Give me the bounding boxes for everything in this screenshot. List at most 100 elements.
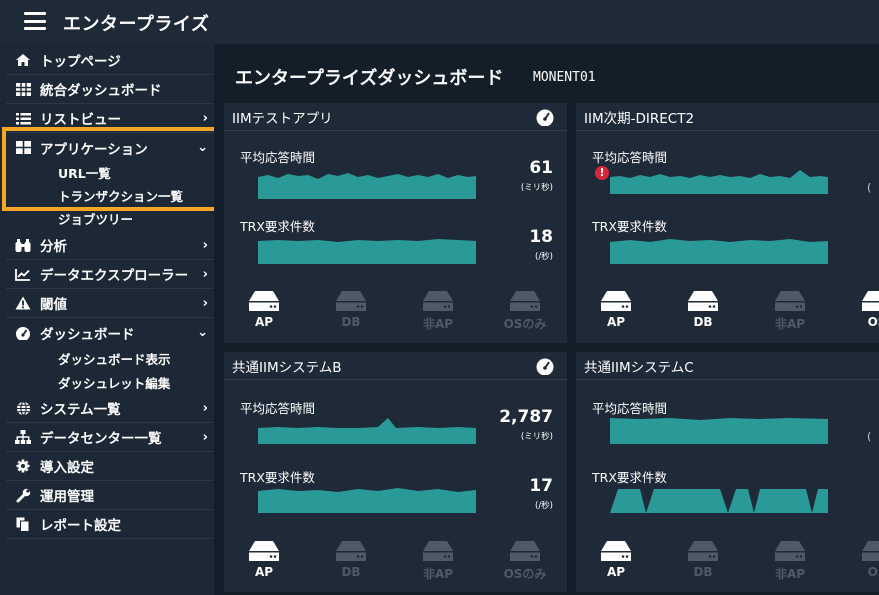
avg-response-sparkline	[610, 170, 828, 194]
chevron-right-icon: ›	[202, 266, 208, 282]
card-title: IIM次期-DIRECT2	[584, 110, 695, 127]
status-ap[interactable]: AP	[586, 291, 646, 329]
trx-label: TRX要求件数	[592, 219, 667, 234]
status-os-only[interactable]: OS	[847, 291, 879, 329]
sidebar-item-report-settings[interactable]: レポート設定	[6, 510, 214, 539]
sidebar-sub-dashlet-edit[interactable]: ダッシュレット編集	[6, 370, 214, 394]
status-db[interactable]: DB	[321, 541, 381, 579]
chevron-right-icon: ›	[202, 429, 208, 445]
server-icon	[601, 541, 631, 561]
server-icon	[249, 541, 279, 561]
chevron-down-icon: ⌄	[197, 325, 208, 340]
card-header: IIM次期-DIRECT2	[576, 103, 879, 131]
sidebar-sub-url-list[interactable]: URL一覧	[6, 160, 214, 184]
status-db[interactable]: DB	[321, 291, 381, 329]
card-title: 共通IIMシステムC	[584, 359, 694, 376]
card-title: IIMテストアプリ	[232, 110, 333, 127]
menu-icon[interactable]	[24, 12, 46, 30]
server-icon	[249, 291, 279, 311]
sidebar-item-integrated-dashboard[interactable]: 統合ダッシュボード	[6, 75, 214, 104]
status-os-only[interactable]: OSのみ	[495, 541, 555, 582]
status-ap[interactable]: AP	[586, 541, 646, 579]
trx-unit: (/秒)	[535, 501, 553, 511]
sidebar: トップページ 統合ダッシュボード リストビュー › アプリケーション ⌄ URL…	[6, 44, 214, 595]
sitemap-icon	[15, 430, 31, 444]
status-os-only[interactable]: OS	[847, 541, 879, 579]
status-non-ap[interactable]: 非AP	[760, 291, 820, 332]
grid-icon	[15, 82, 31, 96]
copy-icon	[15, 517, 31, 532]
alert-icon[interactable]: !	[595, 166, 609, 180]
trx-sparkline	[610, 489, 828, 513]
avg-response-sparkline	[258, 173, 476, 199]
sidebar-item-system-list[interactable]: システム一覧 ›	[6, 394, 214, 423]
dashlet-card[interactable]: 共通IIMシステムB 平均応答時間 2,787 (ミリ秒) TRX要求件数 17…	[224, 352, 567, 592]
trx-value: 18	[529, 227, 553, 247]
server-status-row: AP DB 非AP OS	[576, 291, 879, 337]
dashlet-card[interactable]: IIM次期-DIRECT2 平均応答時間 ! ( TRX要求件数 AP DB 非…	[576, 103, 879, 343]
avg-response-unit: (ミリ秒)	[520, 432, 553, 442]
sidebar-sub-transaction-list[interactable]: トランザクション一覧	[6, 183, 214, 207]
status-os-only[interactable]: OSのみ	[495, 291, 555, 332]
trx-label: TRX要求件数	[592, 470, 667, 485]
trx-label: TRX要求件数	[240, 219, 315, 234]
trx-label: TRX要求件数	[240, 470, 315, 485]
app-title: エンタープライズ	[63, 14, 210, 35]
globe-icon	[15, 400, 31, 416]
sidebar-item-dashboard[interactable]: ダッシュボード ⌄	[6, 318, 214, 347]
page-subtitle: MONENT01	[533, 70, 596, 85]
sidebar-item-threshold[interactable]: 閾値 ›	[6, 289, 214, 318]
avg-response-label: 平均応答時間	[592, 150, 668, 165]
chevron-down-icon: ⌄	[197, 140, 208, 155]
server-icon	[423, 541, 453, 561]
sidebar-item-top-page[interactable]: トップページ	[6, 46, 214, 75]
binoculars-icon	[15, 238, 31, 252]
card-header: 共通IIMシステムC	[576, 352, 879, 380]
sidebar-item-analysis[interactable]: 分析 ›	[6, 231, 214, 260]
server-icon	[336, 291, 366, 311]
status-ap[interactable]: AP	[234, 541, 294, 579]
dashboard-gauge-icon[interactable]	[535, 108, 555, 126]
dashboard-gauge-icon	[15, 326, 31, 340]
sidebar-item-list-view[interactable]: リストビュー ›	[6, 104, 214, 133]
sidebar-item-operations[interactable]: 運用管理	[6, 481, 214, 510]
card-header: 共通IIMシステムB	[224, 352, 567, 380]
dashlet-card[interactable]: 共通IIMシステムC 平均応答時間 ( TRX要求件数 AP DB 非AP OS	[576, 352, 879, 592]
sidebar-item-application[interactable]: アプリケーション ⌄	[6, 133, 214, 162]
sidebar-item-data-explorer[interactable]: データエクスプローラー ›	[6, 260, 214, 289]
avg-response-label: 平均応答時間	[592, 401, 668, 416]
server-icon	[510, 541, 540, 561]
server-icon	[336, 541, 366, 561]
dashboard-gauge-icon[interactable]	[535, 357, 555, 375]
card-title: 共通IIMシステムB	[232, 359, 342, 376]
server-icon	[775, 541, 805, 561]
unit-cut: (	[867, 181, 872, 194]
status-ap[interactable]: AP	[234, 291, 294, 329]
sidebar-sub-job-tree[interactable]: ジョブツリー	[6, 206, 214, 230]
sidebar-item-install-settings[interactable]: 導入設定	[6, 452, 214, 481]
server-icon	[775, 291, 805, 311]
server-icon	[688, 291, 718, 311]
chevron-right-icon: ›	[202, 295, 208, 311]
dashlet-card[interactable]: IIMテストアプリ 平均応答時間 61 (ミリ秒) TRX要求件数 18 (/秒…	[224, 103, 567, 343]
unit-cut: (	[867, 430, 872, 443]
server-icon	[423, 291, 453, 311]
server-icon	[510, 291, 540, 311]
status-non-ap[interactable]: 非AP	[408, 291, 468, 332]
status-non-ap[interactable]: 非AP	[408, 541, 468, 582]
list-icon	[15, 111, 31, 125]
trx-sparkline	[258, 239, 476, 264]
status-db[interactable]: DB	[673, 541, 733, 579]
avg-response-label: 平均応答時間	[240, 150, 316, 165]
avg-response-value: 2,787	[499, 407, 553, 427]
status-non-ap[interactable]: 非AP	[760, 541, 820, 582]
chevron-right-icon: ›	[202, 400, 208, 416]
server-icon	[688, 541, 718, 561]
sidebar-item-datacenter-list[interactable]: データセンター一覧 ›	[6, 423, 214, 452]
status-db[interactable]: DB	[673, 291, 733, 329]
chevron-right-icon: ›	[202, 237, 208, 253]
avg-response-label: 平均応答時間	[240, 401, 316, 416]
chevron-right-icon: ›	[202, 110, 208, 126]
sidebar-sub-dashboard-view[interactable]: ダッシュボード表示	[6, 346, 214, 370]
page-title: エンタープライズダッシュボード	[235, 68, 504, 89]
